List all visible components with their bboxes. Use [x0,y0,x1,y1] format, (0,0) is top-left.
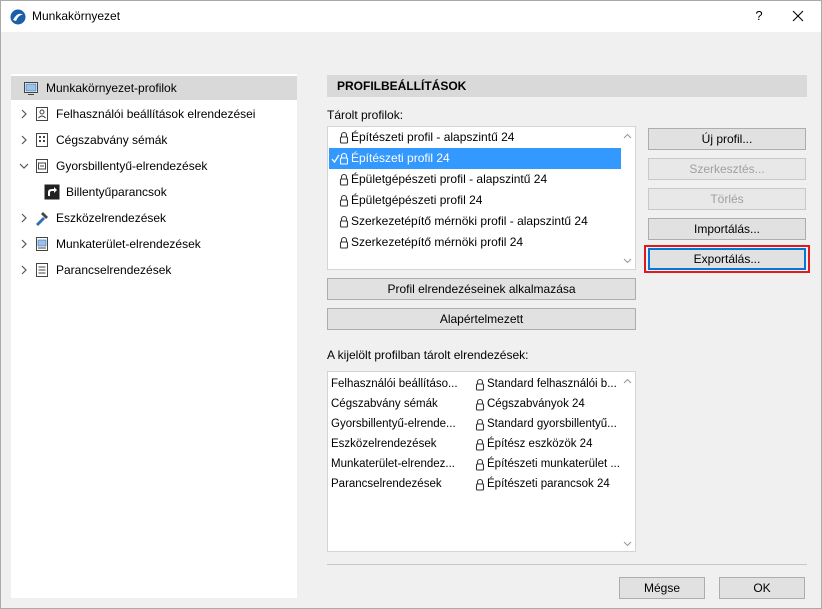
tree-item-label: Felhasználói beállítások elrendezései [56,107,256,121]
profile-row[interactable]: Szerkezetépítő mérnöki profil - alapszin… [329,211,621,232]
tree-item-shortcut-schemes[interactable]: Gyorsbillentyű-elrendezések [11,154,297,178]
tools-icon [36,212,48,226]
tree-item-keyboard-shortcuts[interactable]: Billentyűparancsok [11,180,297,204]
shortcut-arrow-icon [44,184,60,200]
stored-profiles-label: Tárolt profilok: [327,108,404,122]
title-bar: Munkakörnyezet ? [1,1,821,32]
profile-label: Épületgépészeti profil 24 [351,193,483,207]
tree-item-label: Eszközelrendezések [56,211,167,225]
scroll-up-icon[interactable] [623,133,632,139]
edit-profile-button[interactable]: Szerkesztés... [648,158,806,180]
lock-icon [339,152,349,165]
layout-row[interactable]: Gyorsbillentyű-elrende... Standard gyors… [329,414,623,434]
lock-icon [339,194,349,207]
layouts-list[interactable]: Felhasználói beállításo... Standard felh… [327,371,636,552]
layout-row[interactable]: Parancselrendezések Építészeti parancsok… [329,474,623,494]
tree-item-label: Parancselrendezések [56,263,172,277]
user-settings-icon [36,107,48,121]
layout-name: Parancselrendezések [331,478,442,490]
layouts-label: A kijelölt profilban tárolt elrendezések… [327,348,529,362]
tree-item-label: Gyorsbillentyű-elrendezések [56,159,208,173]
chevron-right-icon[interactable] [19,109,29,119]
layout-row[interactable]: Cégszabvány sémák Cégszabványok 24 [329,394,623,414]
apply-profile-layouts-button[interactable]: Profil elrendezéseinek alkalmazása [327,278,636,300]
help-button[interactable]: ? [749,6,769,26]
ok-button[interactable]: OK [719,577,805,599]
lock-icon [475,458,485,471]
tree-item-command-schemes[interactable]: Parancselrendezések [11,258,297,282]
chevron-down-icon[interactable] [19,161,29,171]
profile-row[interactable]: Szerkezetépítő mérnöki profil 24 [329,232,621,253]
cancel-button[interactable]: Mégse [619,577,705,599]
profile-row[interactable]: Épületgépészeti profil - alapszintű 24 [329,169,621,190]
lock-icon [475,478,485,491]
profile-label: Szerkezetépítő mérnöki profil - alapszin… [351,214,588,228]
scroll-down-icon[interactable] [623,258,632,264]
layout-name: Gyorsbillentyű-elrende... [331,418,456,430]
layout-name: Felhasználói beállításo... [331,378,458,390]
lock-icon [339,173,349,186]
tree-item-workspace-schemes[interactable]: Munkaterület-elrendezések [11,232,297,256]
layout-row[interactable]: Munkaterület-elrendez... Építészeti munk… [329,454,623,474]
profile-label: Szerkezetépítő mérnöki profil 24 [351,235,524,249]
chevron-right-icon[interactable] [19,265,29,275]
chevron-right-icon[interactable] [19,213,29,223]
layout-value: Standard gyorsbillentyű... [487,418,617,430]
layout-value: Építészeti munkaterület ... [487,458,620,470]
lock-icon [339,131,349,144]
chevron-right-icon[interactable] [19,135,29,145]
tree-item-label: Cégszabvány sémák [56,133,168,147]
layout-row[interactable]: Felhasználói beállításo... Standard felh… [329,374,623,394]
lock-icon [339,215,349,228]
layout-name: Cégszabvány sémák [331,398,438,410]
lock-icon [339,236,349,249]
settings-tree: Munkakörnyezet-profilok Felhasználói beá… [11,74,297,598]
window-title: Munkakörnyezet [32,9,121,23]
lock-icon [475,378,485,391]
section-header: PROFILBEÁLLÍTÁSOK [327,75,807,97]
layout-row[interactable]: Eszközelrendezések Építész eszközök 24 [329,434,623,454]
tree-item-label: Munkakörnyezet-profilok [46,81,177,95]
profile-row-selected[interactable]: Építészeti profil 24 [329,148,621,169]
layout-name: Munkaterület-elrendez... [331,458,456,470]
scroll-up-icon[interactable] [623,378,632,384]
tree-item-tool-schemes[interactable]: Eszközelrendezések [11,206,297,230]
lock-icon [475,418,485,431]
profile-row[interactable]: Épületgépészeti profil 24 [329,190,621,211]
tree-item-workenv-profiles[interactable]: Munkakörnyezet-profilok [11,76,297,100]
profile-row[interactable]: Építészeti profil - alapszintű 24 [329,127,621,148]
new-profile-button[interactable]: Új profil... [648,128,806,150]
dialog-window: Munkakörnyezet ? Munkakörnyezet-profilok… [0,0,822,609]
profile-icon [24,82,38,95]
tree-item-label: Billentyűparancsok [66,185,167,199]
layout-value: Építészeti parancsok 24 [487,478,610,490]
export-button[interactable]: Exportálás... [648,248,806,270]
scroll-down-icon[interactable] [623,541,632,547]
default-button[interactable]: Alapértelmezett [327,308,636,330]
profile-label: Építészeti profil 24 [351,151,450,165]
tree-item-company-schemes[interactable]: Cégszabvány sémák [11,128,297,152]
archicad-logo-icon [10,9,26,25]
tree-item-label: Munkaterület-elrendezések [56,237,201,251]
layout-name: Eszközelrendezések [331,438,437,450]
import-button[interactable]: Importálás... [648,218,806,240]
keyboard-shortcut-icon [36,159,48,173]
tree-item-user-preferences[interactable]: Felhasználói beállítások elrendezései [11,102,297,126]
company-standard-icon [36,133,48,147]
close-icon[interactable] [787,6,809,26]
footer-separator [327,564,807,565]
layout-value: Építész eszközök 24 [487,438,593,450]
layout-value: Cégszabványok 24 [487,398,585,410]
chevron-right-icon[interactable] [19,239,29,249]
profile-label: Épületgépészeti profil - alapszintű 24 [351,172,548,186]
profile-label: Építészeti profil - alapszintű 24 [351,130,515,144]
lock-icon [475,398,485,411]
lock-icon [475,438,485,451]
workspace-icon [36,237,48,251]
layout-value: Standard felhasználói b... [487,378,617,390]
command-layout-icon [36,263,48,277]
delete-profile-button[interactable]: Törlés [648,188,806,210]
profile-list[interactable]: Építészeti profil - alapszintű 24 Építés… [327,126,636,270]
